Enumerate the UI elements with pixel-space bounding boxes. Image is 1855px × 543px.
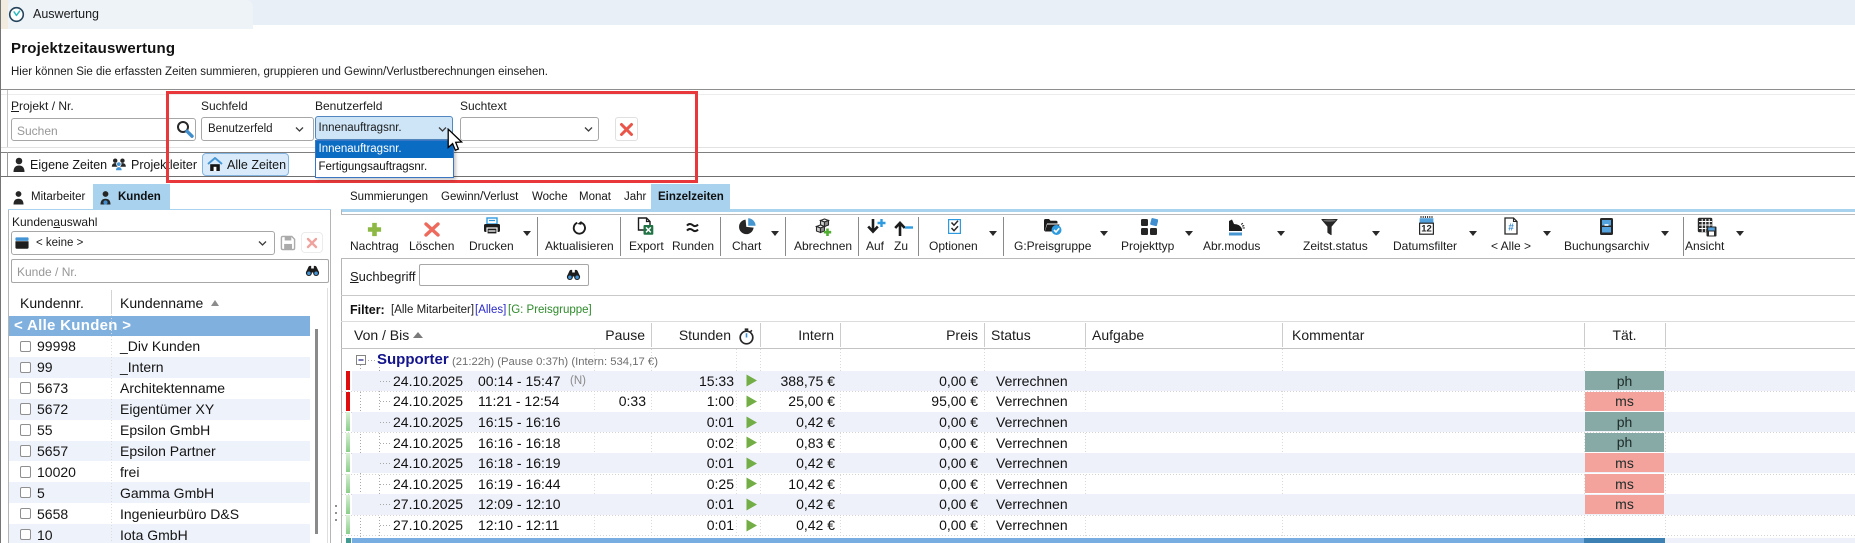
svg-text:#: # [1508, 223, 1514, 234]
svg-text:12: 12 [1421, 224, 1432, 235]
